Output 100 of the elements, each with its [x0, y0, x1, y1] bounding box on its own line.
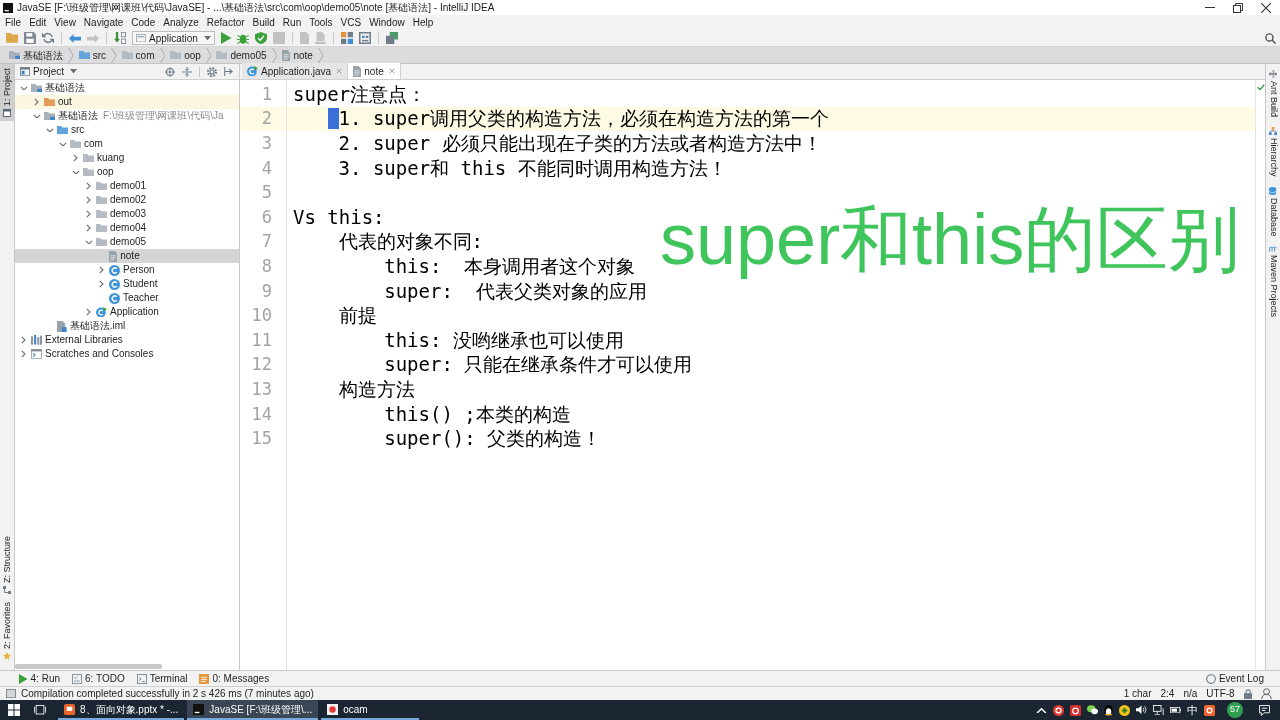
chevron-right-icon[interactable] [86, 210, 91, 218]
chevron-right-icon[interactable] [86, 182, 91, 190]
tree-item[interactable]: Student [15, 277, 239, 291]
taskbar-button[interactable]: 8、面向对象.pptx * -... [58, 700, 185, 720]
shield-icon[interactable] [255, 32, 268, 44]
status-item[interactable]: 1 char [1123, 686, 1152, 701]
tool-window-button[interactable]: 4: Run [16, 671, 64, 686]
network-icon[interactable] [1153, 704, 1164, 716]
breadcrumb-item[interactable]: demo05 [213, 47, 270, 63]
tool-window-button[interactable]: 0: Messages [196, 671, 273, 686]
tree-item[interactable]: note [15, 249, 239, 263]
battery-icon[interactable] [1170, 706, 1181, 714]
tool-window-button[interactable]: 6: TODO [69, 671, 128, 686]
tree-item[interactable]: External Libraries [15, 333, 239, 347]
chevron-down-icon[interactable] [71, 169, 80, 175]
menu-item[interactable]: Build [248, 15, 279, 30]
tile-icon[interactable] [1069, 704, 1081, 716]
tree-item[interactable]: Teacher [15, 291, 239, 305]
breadcrumb-item[interactable]: 基础语法 [6, 47, 66, 63]
bug-icon[interactable] [237, 32, 250, 44]
crosshair-icon[interactable] [165, 66, 175, 77]
breadcrumb-item[interactable]: oop [167, 47, 204, 63]
settings-icon[interactable] [207, 66, 217, 77]
tree-item[interactable]: demo01 [15, 179, 239, 193]
save-icon[interactable] [24, 32, 36, 44]
menu-item[interactable]: Refactor [202, 15, 249, 30]
taskbar-button[interactable]: JavaSE [F:\班级管理\... [187, 700, 319, 720]
tree-item[interactable]: com [15, 137, 239, 151]
menu-item[interactable]: Help [408, 15, 438, 30]
arrow-left-icon[interactable] [69, 33, 81, 43]
menu-item[interactable]: Window [365, 15, 409, 30]
chevron-down-icon[interactable] [58, 141, 67, 147]
grid-icon[interactable] [340, 32, 353, 44]
tree-item[interactable]: demo05 [15, 235, 239, 249]
menu-item[interactable]: Analyze [159, 15, 203, 30]
status-icon[interactable] [6, 688, 16, 699]
record-icon[interactable] [1052, 704, 1064, 716]
status-item[interactable]: 2:4 [1160, 686, 1175, 701]
notification-icon[interactable] [1259, 704, 1270, 716]
tree-item[interactable]: oop [15, 165, 239, 179]
tree-item[interactable]: Application [15, 305, 239, 319]
tree-item[interactable]: demo02 [15, 193, 239, 207]
chevron-right-icon[interactable] [99, 266, 104, 274]
tree-item[interactable]: 基础语法 F:\班级管理\网课班\代码\Ja [15, 109, 239, 123]
menu-item[interactable]: Navigate [79, 15, 128, 30]
status-item[interactable]: UTF-8 [1206, 686, 1235, 701]
hide-panel-icon[interactable] [224, 67, 233, 76]
chevron-right-icon[interactable] [21, 336, 26, 344]
menu-item[interactable]: Tools [305, 15, 337, 30]
restore-icon[interactable] [1233, 2, 1243, 13]
tree-item[interactable]: out [15, 95, 239, 109]
chevron-right-icon[interactable] [73, 154, 78, 162]
menu-item[interactable]: File [1, 15, 26, 30]
tree-item[interactable]: 基础语法.iml [15, 319, 239, 333]
chevron-right-icon[interactable] [21, 350, 26, 358]
tool-window-button[interactable]: Terminal [133, 671, 191, 686]
tree-item[interactable]: Scratches and Consoles [15, 347, 239, 361]
task-view-icon[interactable] [34, 705, 46, 715]
search-icon[interactable] [1265, 32, 1276, 44]
tree-item[interactable]: kuang [15, 151, 239, 165]
close-icon[interactable] [1261, 2, 1271, 13]
chevron-down-icon[interactable] [84, 239, 93, 245]
run-configuration-dropdown[interactable]: Application [132, 31, 215, 45]
tool-window-tab[interactable]: 2: Favorites [0, 597, 14, 664]
editor-tab[interactable]: Application.java [242, 63, 349, 79]
tool-window-tab[interactable]: Hierarchy [1266, 127, 1280, 177]
overlapping-windows-icon[interactable] [385, 32, 398, 44]
chevron-right-icon[interactable] [86, 224, 91, 232]
menu-item[interactable]: Code [127, 15, 160, 30]
chevron-right-icon[interactable] [34, 98, 39, 106]
menu-item[interactable]: View [50, 15, 80, 30]
inspector-icon[interactable] [1261, 688, 1272, 699]
breadcrumb-item[interactable]: src [75, 47, 109, 63]
horizontal-scrollbar[interactable] [15, 663, 162, 669]
chevron-right-icon[interactable] [86, 196, 91, 204]
breadcrumb-item[interactable]: com [118, 47, 158, 63]
chevron-right-icon[interactable] [99, 280, 104, 288]
penguin-icon[interactable] [1103, 704, 1113, 716]
module-settings-icon[interactable] [358, 32, 371, 44]
tool-window-tab[interactable]: Maven Projects [1266, 246, 1280, 317]
taskbar-button[interactable]: ocam [321, 700, 420, 720]
chevron-down-icon[interactable] [32, 113, 41, 119]
event-log-button[interactable]: Event Log [1205, 671, 1264, 686]
tool-window-tab[interactable]: Z: Structure [0, 531, 14, 598]
start-icon[interactable] [8, 704, 20, 716]
status-item[interactable]: n/a [1183, 686, 1198, 701]
build-icon[interactable] [114, 32, 126, 44]
breadcrumb-item[interactable]: note [279, 47, 316, 63]
tool-window-tab[interactable]: 1: Project [0, 64, 14, 122]
chevron-up-icon[interactable] [1035, 706, 1047, 714]
chevron-down-icon[interactable] [45, 127, 54, 133]
collapse-all-icon[interactable] [182, 66, 192, 77]
tool-window-tab[interactable]: Ant Build [1266, 70, 1280, 118]
tree-item[interactable]: src [15, 123, 239, 137]
tree-item[interactable]: demo03 [15, 207, 239, 221]
speaker-icon[interactable] [1136, 705, 1147, 715]
sync-icon[interactable] [42, 32, 54, 44]
tree-item[interactable]: demo04 [15, 221, 239, 235]
menu-item[interactable]: Edit [25, 15, 51, 30]
chat-bubbles-icon[interactable] [1086, 705, 1098, 715]
